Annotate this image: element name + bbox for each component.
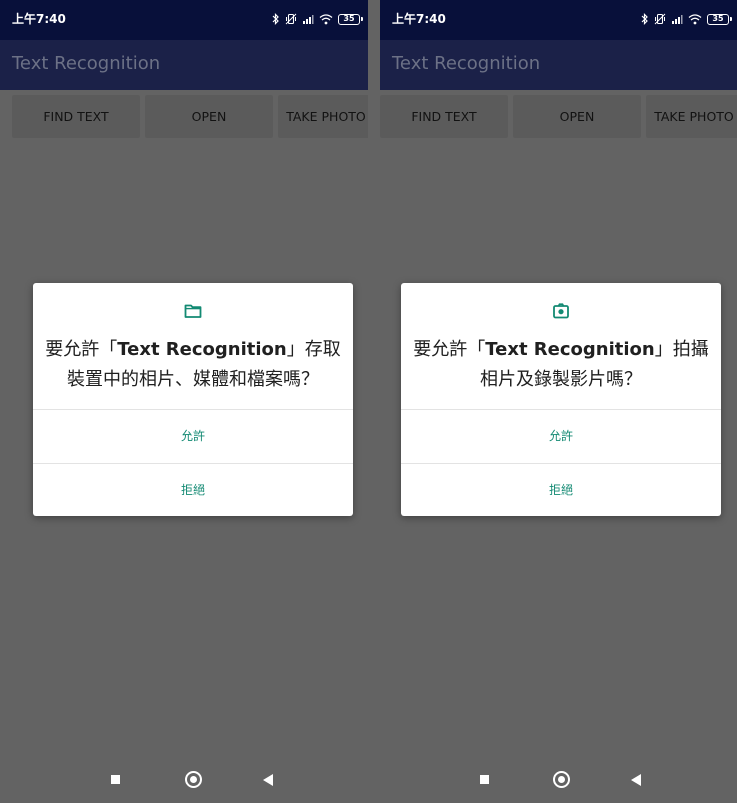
screen-separator — [368, 0, 380, 803]
message-app-name: Text Recognition — [485, 339, 655, 360]
wifi-icon — [319, 14, 333, 25]
status-icons: 35 — [272, 12, 363, 26]
camera-icon — [553, 303, 569, 319]
navigation-bar — [380, 758, 737, 803]
permission-dialog: 要允許「Text Recognition」存取裝置中的相片、媒體和檔案嗎？ 允許… — [33, 283, 353, 516]
app-bar: Text Recognition — [0, 40, 368, 90]
open-button[interactable]: OPEN — [145, 95, 273, 138]
deny-button[interactable]: 拒絕 — [401, 464, 721, 517]
message-app-name: Text Recognition — [117, 339, 287, 360]
vibrate-icon — [654, 13, 666, 25]
status-time: 上午7:40 — [12, 12, 66, 26]
screen-storage-permission: 上午7:40 35 Text Recognition FIND TEXT OPE… — [0, 0, 368, 803]
allow-button[interactable]: 允許 — [401, 410, 721, 463]
find-text-button[interactable]: FIND TEXT — [380, 95, 508, 138]
allow-button[interactable]: 允許 — [33, 410, 353, 463]
status-bar: 上午7:40 35 — [0, 0, 368, 40]
back-triangle-icon[interactable] — [631, 774, 641, 786]
app-title: Text Recognition — [12, 53, 161, 74]
status-bar: 上午7:40 35 — [380, 0, 737, 40]
message-prefix: 要允許「 — [45, 339, 118, 360]
battery-icon: 35 — [338, 13, 363, 25]
status-icons: 35 — [641, 12, 732, 26]
wifi-icon — [688, 14, 702, 25]
recents-square-icon[interactable] — [111, 775, 120, 784]
button-row: FIND TEXT OPEN TAKE PHOTO — [380, 90, 737, 142]
app-title: Text Recognition — [392, 53, 541, 74]
home-circle-icon[interactable] — [553, 771, 570, 788]
permission-dialog: 要允許「Text Recognition」拍攝相片及錄製影片嗎？ 允許 拒絕 — [401, 283, 721, 516]
signal-icon — [303, 15, 314, 24]
navigation-bar — [0, 758, 368, 803]
signal-icon — [672, 15, 683, 24]
find-text-button[interactable]: FIND TEXT — [12, 95, 140, 138]
dialog-message: 要允許「Text Recognition」拍攝相片及錄製影片嗎？ — [411, 335, 711, 395]
recents-square-icon[interactable] — [480, 775, 489, 784]
home-circle-icon[interactable] — [185, 771, 202, 788]
deny-button[interactable]: 拒絕 — [33, 464, 353, 517]
take-photo-button[interactable]: TAKE PHOTO — [278, 95, 368, 138]
screen-camera-permission: 上午7:40 35 Text Recognition FIND TEXT OPE… — [380, 0, 737, 803]
status-time: 上午7:40 — [392, 12, 446, 26]
bluetooth-icon — [641, 13, 648, 25]
back-triangle-icon[interactable] — [263, 774, 273, 786]
vibrate-icon — [285, 13, 297, 25]
dialog-message: 要允許「Text Recognition」存取裝置中的相片、媒體和檔案嗎？ — [43, 335, 343, 395]
open-button[interactable]: OPEN — [513, 95, 641, 138]
take-photo-button[interactable]: TAKE PHOTO — [646, 95, 737, 138]
battery-icon: 35 — [707, 13, 732, 25]
button-row: FIND TEXT OPEN TAKE PHOTO — [0, 90, 368, 142]
folder-icon — [184, 304, 202, 318]
app-bar: Text Recognition — [380, 40, 737, 90]
message-prefix: 要允許「 — [413, 339, 486, 360]
bluetooth-icon — [272, 13, 279, 25]
screenshot-pair: 上午7:40 35 Text Recognition FIND TEXT OPE… — [0, 0, 737, 803]
